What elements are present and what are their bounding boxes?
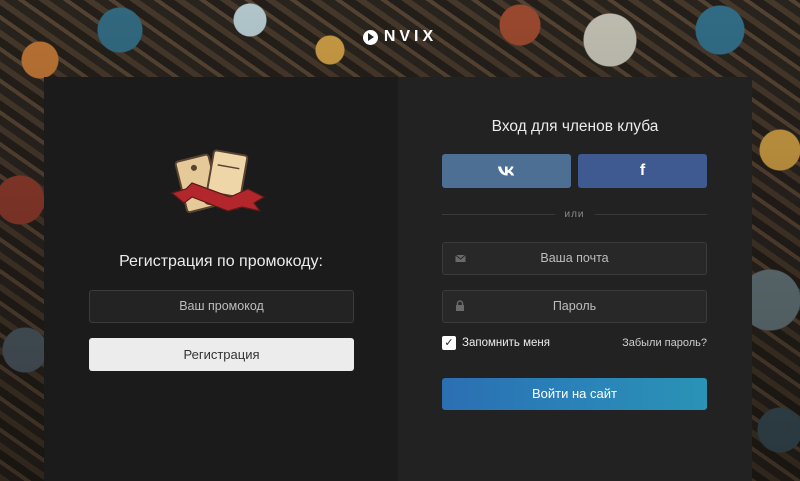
remember-label: Запомнить меня [462, 337, 550, 349]
password-field[interactable]: Пароль [442, 290, 707, 323]
remember-me[interactable]: ✓ Запомнить меня [442, 336, 550, 350]
remember-checkbox[interactable]: ✓ [442, 336, 456, 350]
register-button[interactable]: Регистрация [89, 338, 354, 371]
promo-code-input[interactable]: Ваш промокод [89, 290, 354, 323]
vk-login-button[interactable] [442, 154, 571, 188]
divider-text: или [564, 208, 585, 220]
forgot-password-link[interactable]: Забыли пароль? [622, 337, 707, 349]
mail-icon [455, 254, 466, 262]
divider-line-left [442, 213, 555, 215]
logo-text: NVIX [383, 28, 438, 45]
auth-panel: Регистрация по промокоду: Ваш промокод Р… [44, 77, 752, 481]
check-icon: ✓ [444, 337, 454, 349]
email-field[interactable]: Ваша почта [442, 242, 707, 275]
promo-registration-section: Регистрация по промокоду: Ваш промокод Р… [44, 77, 398, 481]
vk-icon [497, 166, 514, 176]
email-placeholder: Ваша почта [540, 251, 609, 265]
promo-title: Регистрация по промокоду: [119, 253, 323, 270]
login-button[interactable]: Войти на сайт [442, 378, 707, 410]
divider-line-right [594, 213, 708, 215]
or-divider: или [442, 207, 708, 221]
lock-icon [456, 300, 464, 311]
login-title: Вход для членов клуба [491, 118, 659, 135]
facebook-login-button[interactable]: f [578, 154, 707, 188]
logo[interactable]: NVIX [0, 28, 800, 46]
ticket-icon [170, 149, 266, 214]
password-placeholder: Пароль [552, 299, 597, 313]
play-icon [362, 29, 378, 45]
member-login-section: Вход для членов клуба f или Ваша почта П… [398, 77, 752, 481]
facebook-icon: f [639, 162, 646, 179]
